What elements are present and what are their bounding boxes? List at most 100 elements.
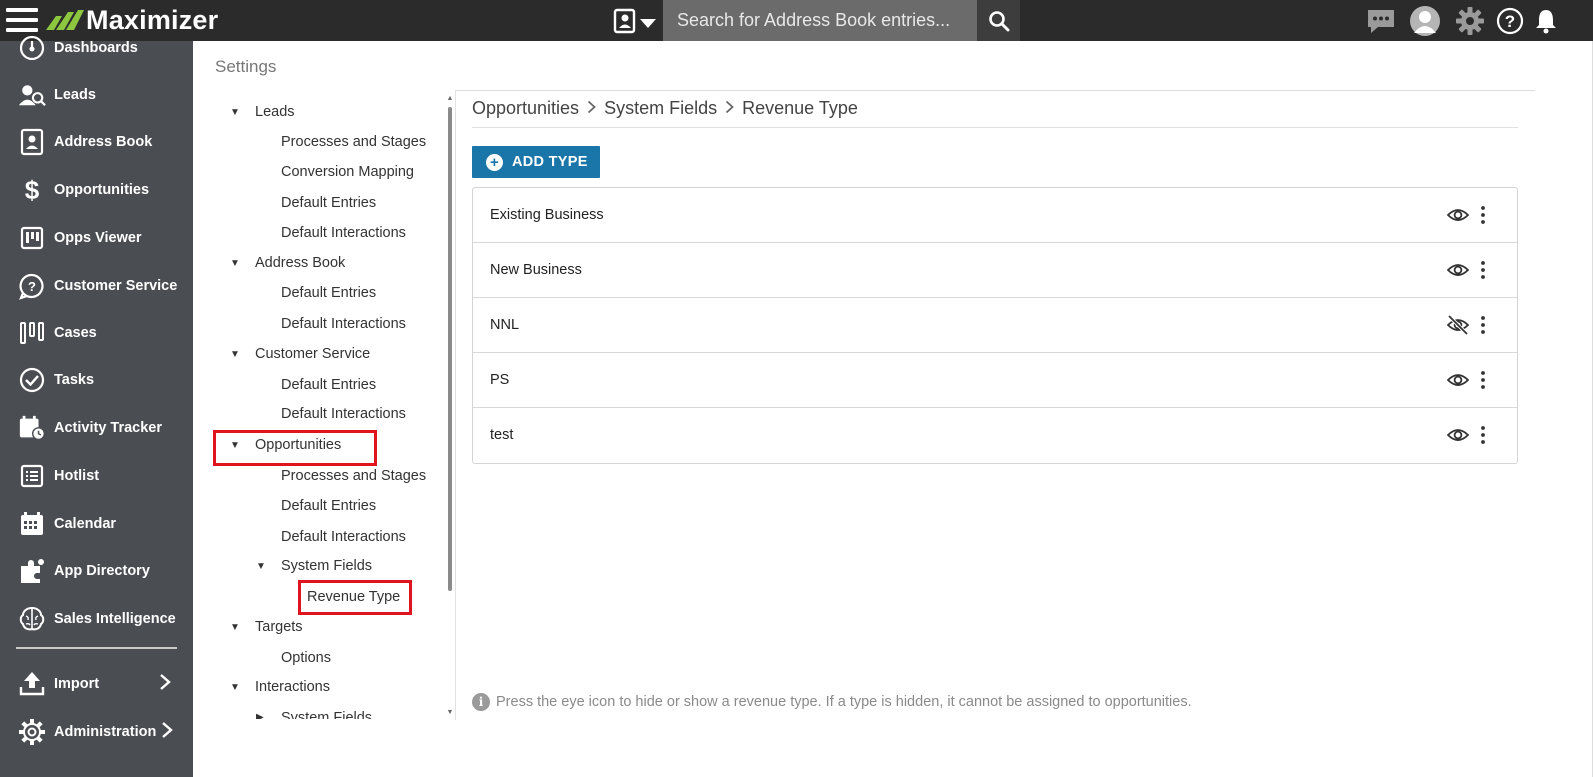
- revenue-type-name: test: [490, 427, 514, 443]
- tree-item[interactable]: Conversion Mapping: [281, 164, 414, 180]
- sidebar-item-cases[interactable]: Cases: [0, 313, 193, 353]
- eye-off-icon[interactable]: [1447, 315, 1469, 335]
- bell-icon: [1536, 10, 1556, 34]
- highlight-box-revenue-type: [298, 580, 412, 615]
- upload-icon: [18, 670, 46, 698]
- list-item[interactable]: NNL: [473, 298, 1517, 353]
- scroll-thumb[interactable]: [448, 107, 452, 591]
- eye-icon[interactable]: [1447, 425, 1469, 445]
- sidebar-item-leads[interactable]: Leads: [0, 75, 193, 115]
- address-book-selector-icon: [613, 8, 636, 34]
- breadcrumb-item[interactable]: System Fields: [604, 98, 717, 119]
- eye-icon[interactable]: [1447, 205, 1469, 225]
- add-type-button[interactable]: + ADD TYPE: [472, 146, 600, 178]
- list-item[interactable]: test: [473, 408, 1517, 463]
- scroll-up-icon[interactable]: ▲: [446, 95, 454, 103]
- caret-down-icon: ▼: [230, 682, 240, 693]
- sidebar-item-import[interactable]: Import: [0, 664, 193, 704]
- sidebar-item-label: Import: [54, 676, 100, 692]
- dollar-icon: $: [24, 174, 40, 205]
- sidebar-item-dashboards[interactable]: Dashboards: [0, 28, 193, 68]
- more-options-icon[interactable]: [1477, 369, 1489, 391]
- dashboard-icon: [18, 34, 46, 62]
- chat-button[interactable]: [1364, 4, 1398, 38]
- address-book-icon: [18, 128, 46, 156]
- sidebar: Dashboards Leads Address Book $ Opportun…: [0, 35, 193, 777]
- tree-scrollbar[interactable]: ▲ ▼: [446, 95, 454, 717]
- sidebar-item-hotlist[interactable]: Hotlist: [0, 456, 193, 496]
- tree-item[interactable]: Default Entries: [281, 377, 376, 393]
- notifications-button[interactable]: [1532, 4, 1560, 38]
- sidebar-item-label: Dashboards: [54, 40, 138, 56]
- help-icon: ?: [1496, 7, 1524, 35]
- list-item[interactable]: PS: [473, 353, 1517, 408]
- scroll-down-icon[interactable]: ▼: [446, 709, 454, 717]
- sidebar-item-label: Calendar: [54, 516, 117, 532]
- calendar-icon: [18, 510, 46, 538]
- sidebar-item-activity-tracker[interactable]: Activity Tracker: [0, 408, 193, 448]
- more-options-icon[interactable]: [1477, 259, 1489, 281]
- sidebar-item-address-book[interactable]: Address Book: [0, 122, 193, 162]
- help-button[interactable]: ?: [1494, 4, 1526, 38]
- list-icon: [18, 462, 46, 490]
- sidebar-item-label: Opps Viewer: [54, 230, 142, 246]
- tree-item[interactable]: Processes and Stages: [281, 468, 426, 484]
- tree-item[interactable]: Default Interactions: [281, 529, 406, 545]
- chevron-right-icon: [161, 721, 173, 744]
- address-book-selector[interactable]: [612, 6, 662, 36]
- sidebar-item-calendar[interactable]: Calendar: [0, 504, 193, 544]
- more-options-icon[interactable]: [1477, 424, 1489, 446]
- chevron-right-icon: [159, 673, 171, 696]
- cases-icon: [18, 319, 46, 347]
- sidebar-item-administration[interactable]: Administration: [0, 712, 193, 752]
- revenue-type-name: NNL: [490, 317, 520, 333]
- settings-tree: ▼ Leads Processes and Stages Conversion M…: [213, 89, 455, 719]
- sidebar-item-sales-intelligence[interactable]: Sales Intelligence: [0, 599, 193, 639]
- calendar-clock-icon: [18, 414, 46, 442]
- kanban-icon: [18, 224, 46, 252]
- puzzle-icon: [18, 557, 46, 585]
- eye-icon[interactable]: [1447, 370, 1469, 390]
- info-icon: i: [472, 693, 490, 711]
- sidebar-item-label: Cases: [54, 325, 97, 341]
- chevron-right-icon: [725, 98, 734, 119]
- eye-icon[interactable]: [1447, 260, 1469, 280]
- caret-down-icon: ▼: [230, 258, 240, 269]
- revenue-type-name: Existing Business: [490, 207, 604, 223]
- revenue-type-name: New Business: [490, 262, 582, 278]
- sidebar-item-opps-viewer[interactable]: Opps Viewer: [0, 218, 193, 258]
- more-options-icon[interactable]: [1477, 314, 1489, 336]
- tree-item[interactable]: Default Entries: [281, 195, 376, 211]
- tree-item[interactable]: Options: [281, 650, 331, 666]
- more-options-icon[interactable]: [1477, 204, 1489, 226]
- sidebar-item-tasks[interactable]: Tasks: [0, 360, 193, 400]
- tree-item[interactable]: Default Interactions: [281, 316, 406, 332]
- svg-text:?: ?: [28, 279, 36, 294]
- list-item[interactable]: New Business: [473, 243, 1517, 298]
- tree-item[interactable]: Processes and Stages: [281, 134, 426, 150]
- leads-icon: [18, 81, 46, 109]
- sidebar-item-label: Opportunities: [54, 182, 150, 198]
- search-button[interactable]: [977, 0, 1020, 41]
- sidebar-item-label: Hotlist: [54, 468, 100, 484]
- question-bubble-icon: ?: [18, 272, 46, 300]
- sidebar-item-app-directory[interactable]: App Directory: [0, 551, 193, 591]
- top-bar: Maximizer Search for Address Book entrie…: [0, 0, 1593, 41]
- settings-button[interactable]: [1453, 4, 1487, 38]
- revenue-type-list: Existing Business New Business NNL PS te…: [472, 187, 1518, 464]
- sidebar-item-customer-service[interactable]: ? Customer Service: [0, 266, 193, 306]
- tree-item[interactable]: Default Interactions: [281, 406, 406, 422]
- chevron-down-icon: [640, 19, 656, 28]
- sidebar-item-opportunities[interactable]: $ Opportunities: [0, 170, 193, 210]
- plus-circle-icon: +: [486, 153, 503, 171]
- search-input[interactable]: Search for Address Book entries...: [663, 0, 977, 41]
- hint-text: i Press the eye icon to hide or show a r…: [472, 693, 1192, 711]
- list-item[interactable]: Existing Business: [473, 188, 1517, 243]
- tree-item[interactable]: Default Entries: [281, 285, 376, 301]
- tree-item[interactable]: Default Entries: [281, 498, 376, 514]
- breadcrumb-item[interactable]: Opportunities: [472, 98, 579, 119]
- user-avatar-button[interactable]: [1408, 4, 1442, 38]
- sidebar-divider: [16, 647, 177, 649]
- search-icon: [988, 10, 1009, 31]
- tree-item[interactable]: Default Interactions: [281, 225, 406, 241]
